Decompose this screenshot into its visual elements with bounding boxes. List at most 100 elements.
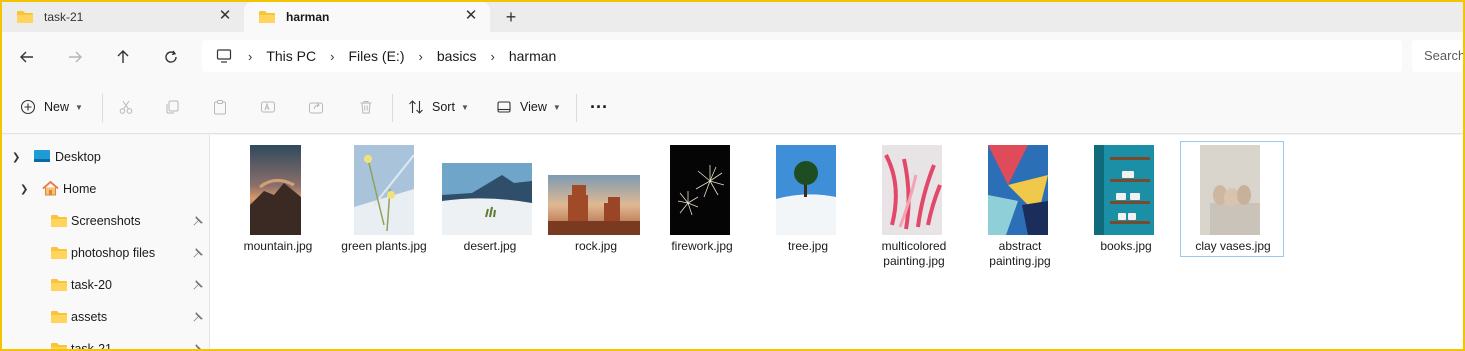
copy-icon bbox=[166, 100, 179, 114]
up-button[interactable] bbox=[108, 42, 138, 72]
delete-button[interactable] bbox=[358, 94, 374, 120]
divider bbox=[392, 94, 393, 122]
sidebar-item-label: task-21 bbox=[71, 342, 112, 349]
sidebar-item-task-21[interactable]: task-21 bbox=[2, 333, 209, 349]
file-name: books.jpg bbox=[1100, 239, 1152, 253]
file-name: green plants.jpg bbox=[341, 239, 427, 253]
file-name: mountain.jpg bbox=[243, 239, 313, 253]
file-list: mountain.jpg green plants.jpg desert.jpg bbox=[210, 135, 1463, 349]
sidebar-item-home[interactable]: ❯ Home bbox=[2, 173, 209, 205]
breadcrumb-this-pc[interactable]: This PC bbox=[266, 48, 316, 64]
view-button[interactable]: View ▼ bbox=[496, 94, 561, 120]
sidebar-item-label: Home bbox=[63, 182, 97, 196]
home-icon bbox=[42, 181, 59, 196]
arrow-right-icon bbox=[69, 51, 82, 63]
breadcrumb-files-e[interactable]: Files (E:) bbox=[348, 48, 404, 64]
address-bar[interactable]: › This PC › Files (E:) › basics › harman bbox=[202, 40, 1402, 72]
address-row: › This PC › Files (E:) › basics › harman… bbox=[2, 32, 1465, 82]
file-name: clay vases.jpg bbox=[1195, 239, 1271, 253]
close-tab-icon[interactable]: ✕ bbox=[464, 8, 478, 23]
pin-icon[interactable] bbox=[192, 311, 204, 323]
sidebar-item-desktop[interactable]: ❯ Desktop bbox=[2, 141, 209, 173]
breadcrumb-chevron-icon: › bbox=[330, 48, 335, 64]
tab-harman[interactable]: harman ✕ bbox=[244, 2, 490, 32]
plus-circle-icon bbox=[20, 99, 36, 115]
tab-task-21[interactable]: task-21 ✕ bbox=[2, 2, 244, 32]
paste-icon bbox=[214, 100, 226, 115]
copy-button[interactable] bbox=[164, 94, 180, 120]
folder-icon bbox=[17, 11, 33, 23]
chevron-down-icon: ▼ bbox=[75, 102, 83, 112]
arrow-up-icon bbox=[117, 50, 129, 63]
forward-button[interactable] bbox=[60, 42, 90, 72]
abstract-painting-thumbnail bbox=[988, 145, 1048, 235]
this-pc-icon bbox=[216, 49, 232, 63]
pin-icon[interactable] bbox=[192, 247, 204, 259]
books-thumbnail bbox=[1094, 145, 1154, 235]
new-tab-button[interactable]: + bbox=[500, 7, 522, 29]
sidebar-item-label: photoshop files bbox=[71, 246, 156, 260]
cut-icon bbox=[119, 100, 133, 114]
file-name: desert.jpg bbox=[463, 239, 517, 253]
sidebar-item-label: assets bbox=[71, 310, 108, 324]
back-button[interactable] bbox=[12, 42, 42, 72]
sidebar-item-assets[interactable]: assets bbox=[2, 301, 209, 333]
share-button[interactable] bbox=[308, 94, 324, 120]
divider bbox=[102, 94, 103, 122]
tab-label: harman bbox=[286, 10, 330, 24]
view-label: View bbox=[520, 100, 547, 114]
sidebar-item-screenshots[interactable]: Screenshots bbox=[2, 205, 209, 237]
close-tab-icon[interactable]: ✕ bbox=[218, 8, 232, 23]
folder-icon bbox=[51, 343, 67, 349]
search-input[interactable]: Search bbox=[1412, 40, 1465, 72]
pin-icon[interactable] bbox=[192, 343, 204, 349]
file-name: multicolored painting.jpg bbox=[881, 239, 947, 268]
sidebar-item-task-20[interactable]: task-20 bbox=[2, 269, 209, 301]
firework-thumbnail bbox=[670, 145, 730, 235]
pin-icon[interactable] bbox=[192, 279, 204, 291]
paste-button[interactable] bbox=[212, 94, 228, 120]
refresh-icon bbox=[165, 50, 177, 63]
chevron-down-icon: ▼ bbox=[460, 102, 469, 112]
sidebar-item-label: task-20 bbox=[71, 278, 112, 292]
share-icon bbox=[309, 102, 323, 114]
rename-button[interactable] bbox=[260, 94, 276, 120]
sidebar-item-label: Screenshots bbox=[71, 214, 141, 228]
tab-label: task-21 bbox=[44, 10, 84, 24]
see-more-button[interactable]: ··· bbox=[590, 94, 608, 120]
breadcrumb-chevron-icon: › bbox=[490, 48, 495, 64]
sort-button[interactable]: Sort ▼ bbox=[408, 94, 469, 120]
breadcrumb-harman[interactable]: harman bbox=[509, 48, 556, 64]
rename-icon bbox=[261, 101, 275, 113]
clay-vases-thumbnail bbox=[1200, 145, 1260, 235]
chevron-down-icon: ▼ bbox=[552, 102, 561, 112]
breadcrumb-basics[interactable]: basics bbox=[437, 48, 477, 64]
folder-icon bbox=[259, 11, 275, 23]
trash-icon bbox=[360, 101, 372, 114]
folder-icon bbox=[51, 279, 67, 291]
refresh-button[interactable] bbox=[156, 42, 186, 72]
desert-thumbnail bbox=[442, 163, 532, 235]
breadcrumb-chevron-icon: › bbox=[418, 48, 423, 64]
green-plants-thumbnail bbox=[354, 145, 414, 235]
tab-bar: task-21 ✕ harman ✕ + bbox=[2, 2, 1463, 32]
tree-thumbnail bbox=[776, 145, 836, 235]
chevron-down-icon: ❯ bbox=[12, 151, 21, 163]
file-name: abstract painting.jpg bbox=[989, 239, 1051, 268]
file-item-clay-vases[interactable]: clay vases.jpg bbox=[1180, 141, 1284, 257]
divider bbox=[576, 94, 577, 122]
new-button[interactable]: New ▼ bbox=[20, 94, 83, 120]
folder-icon bbox=[51, 215, 67, 227]
sidebar-item-photoshop-files[interactable]: photoshop files bbox=[2, 237, 209, 269]
multicolored-painting-thumbnail bbox=[882, 145, 942, 235]
pin-icon[interactable] bbox=[192, 215, 204, 227]
navigation-pane: ❯ Desktop ❯ Home Screenshots photoshop f… bbox=[2, 135, 210, 349]
rock-thumbnail bbox=[548, 175, 640, 235]
folder-icon bbox=[51, 247, 67, 259]
chevron-down-icon: ❯ bbox=[20, 183, 29, 195]
command-bar: New ▼ Sort ▼ View ▼ ··· bbox=[2, 82, 1463, 134]
file-name: tree.jpg bbox=[787, 239, 829, 253]
view-icon bbox=[497, 101, 511, 113]
cut-button[interactable] bbox=[118, 94, 134, 120]
file-name: rock.jpg bbox=[574, 239, 618, 253]
